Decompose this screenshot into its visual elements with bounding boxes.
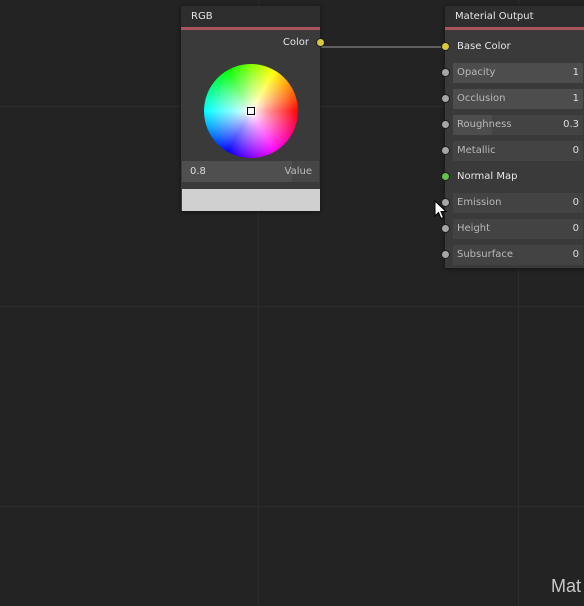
normal-map-input-socket[interactable] — [441, 172, 450, 181]
metallic-field-label: Metallic — [457, 145, 496, 156]
roughness-value-field[interactable]: Roughness 0.3 — [453, 115, 583, 135]
roughness-input-socket[interactable] — [441, 120, 450, 129]
material-input-height[interactable]: Height 0 — [441, 216, 584, 242]
color-wheel-picker-handle[interactable] — [246, 106, 256, 116]
opacity-field-label: Opacity — [457, 67, 496, 78]
subsurface-input-socket[interactable] — [441, 250, 450, 259]
opacity-value-field[interactable]: Opacity 1 — [453, 63, 583, 83]
roughness-field-value: 0.3 — [563, 119, 579, 130]
height-field-label: Height — [457, 223, 491, 234]
material-input-metallic[interactable]: Metallic 0 — [441, 138, 584, 164]
material-input-base-color: Base Color — [441, 34, 584, 60]
subsurface-value-field[interactable]: Subsurface 0 — [453, 245, 583, 265]
height-input-socket[interactable] — [441, 224, 450, 233]
emission-field-label: Emission — [457, 197, 502, 208]
value-slider-label: Value — [284, 166, 312, 177]
rgb-node[interactable]: RGB Color 0.8 Value — [181, 6, 325, 211]
material-input-subsurface[interactable]: Subsurface 0 — [441, 242, 584, 268]
emission-value-field[interactable]: Emission 0 — [453, 193, 583, 213]
roughness-field-label: Roughness — [457, 119, 512, 130]
occlusion-value-field[interactable]: Occlusion 1 — [453, 89, 583, 109]
height-field-value: 0 — [572, 223, 579, 234]
material-output-node[interactable]: Material Output Base Color Opacity 1 Occlus… — [441, 6, 584, 268]
node-editor-canvas[interactable]: RGB Color 0.8 Value Material Output Base… — [0, 0, 584, 606]
color-wheel-container[interactable] — [204, 64, 298, 158]
base-color-input-socket[interactable] — [441, 42, 450, 51]
opacity-input-socket[interactable] — [441, 68, 450, 77]
corner-title-label: Mat — [551, 576, 582, 596]
emission-field-value: 0 — [572, 197, 579, 208]
metallic-value-field[interactable]: Metallic 0 — [453, 141, 583, 161]
metallic-field-value: 0 — [572, 145, 579, 156]
material-input-roughness[interactable]: Roughness 0.3 — [441, 112, 584, 138]
material-input-normal-map: Normal Map — [441, 164, 584, 190]
occlusion-field-value: 1 — [572, 93, 579, 104]
material-input-emission[interactable]: Emission 0 — [441, 190, 584, 216]
color-preview-swatch[interactable] — [182, 189, 320, 211]
subsurface-field-value: 0 — [572, 249, 579, 260]
occlusion-input-socket[interactable] — [441, 94, 450, 103]
rgb-color-output-socket[interactable] — [316, 38, 325, 47]
subsurface-field-label: Subsurface — [457, 249, 513, 260]
rgb-output-row: Color — [181, 30, 325, 56]
rgb-output-label: Color — [282, 37, 309, 48]
occlusion-field-label: Occlusion — [457, 93, 506, 104]
mouse-cursor-icon — [434, 200, 448, 220]
base-color-input-label: Base Color — [457, 41, 511, 52]
normal-map-input-label: Normal Map — [457, 171, 518, 182]
value-slider-number: 0.8 — [190, 166, 206, 177]
material-input-occlusion[interactable]: Occlusion 1 — [441, 86, 584, 112]
opacity-field-value: 1 — [572, 67, 579, 78]
material-input-opacity[interactable]: Opacity 1 — [441, 60, 584, 86]
metallic-input-socket[interactable] — [441, 146, 450, 155]
rgb-node-title[interactable]: RGB — [181, 6, 320, 30]
value-slider[interactable]: 0.8 Value — [182, 161, 319, 182]
material-output-title[interactable]: Material Output — [445, 6, 584, 30]
height-value-field[interactable]: Height 0 — [453, 219, 583, 239]
